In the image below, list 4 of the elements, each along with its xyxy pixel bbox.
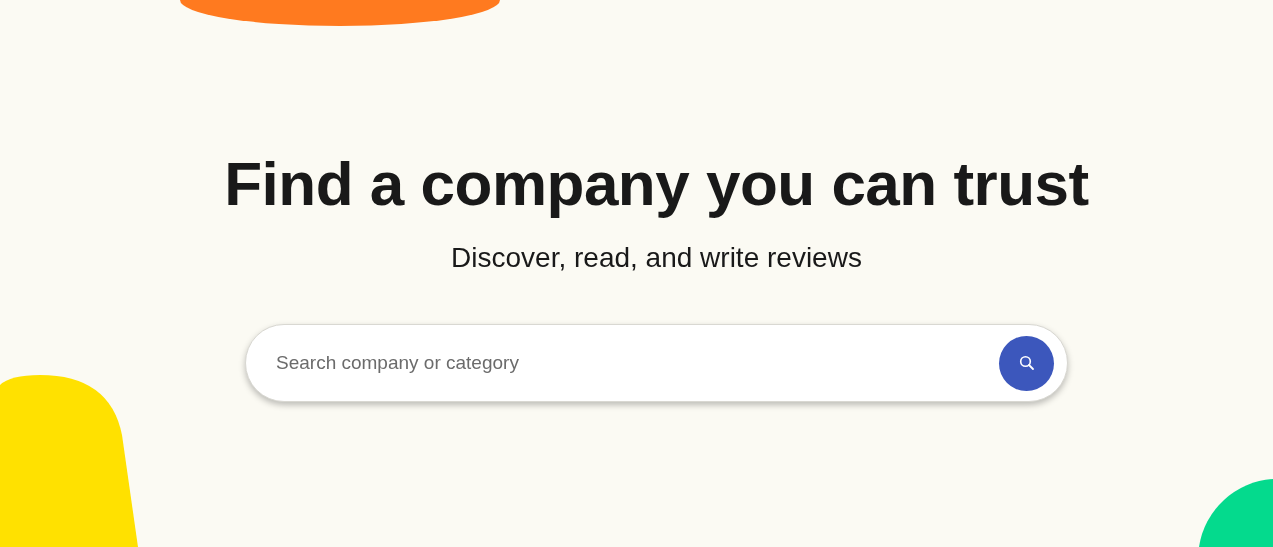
page-heading: Find a company you can trust [224,148,1089,220]
search-icon [1018,355,1035,371]
search-field[interactable]: Search company or category [245,324,1068,402]
page-subheading: Discover, read, and write reviews [451,241,862,275]
